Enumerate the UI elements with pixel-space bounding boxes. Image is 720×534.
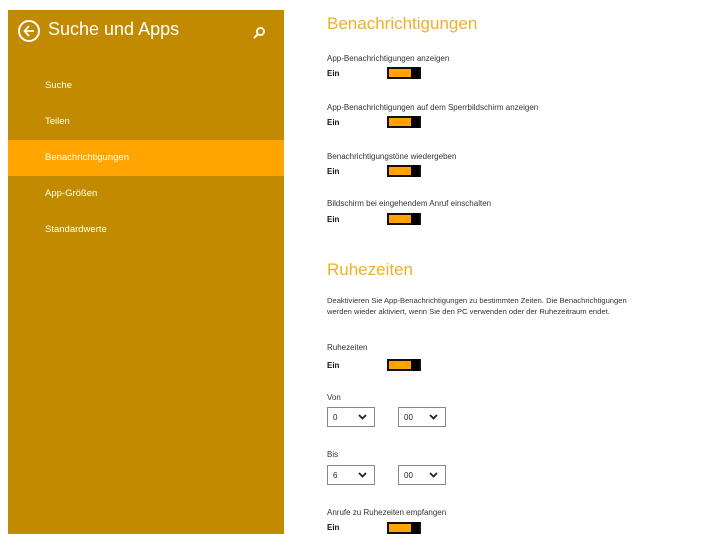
sidebar-nav: Suche Teilen Benachrichtigungen App-Größ… [8,68,284,248]
toggle-quiet-hours[interactable] [387,359,421,371]
quiet-hours-toggle-state: Ein [327,361,340,370]
toggle-lockscreen-notifications[interactable] [387,116,421,128]
chevron-down-icon [429,472,438,478]
setting-label-notification-sounds: Benachrichtigungstöne wiedergeben [327,152,457,161]
setting-state-notification-sounds: Ein [327,167,340,176]
to-hour-select[interactable]: 6 [327,465,375,485]
to-hour-value: 6 [333,471,338,480]
toggle-screen-on-call[interactable] [387,213,421,225]
setting-state-screen-on-call: Ein [327,215,340,224]
from-minute-value: 00 [404,413,413,422]
search-icon[interactable] [252,26,266,40]
setting-state-lockscreen-notifications: Ein [327,118,340,127]
setting-state-show-notifications: Ein [327,69,340,78]
to-label: Bis [327,450,339,459]
quiet-hours-description-line-2: werden wieder aktiviert, wenn Sie den PC… [327,307,610,316]
sidebar-item-teilen[interactable]: Teilen [8,104,284,140]
sidebar-item-app-groessen[interactable]: App-Größen [8,176,284,212]
from-label: Von [327,393,341,402]
quiet-hours-description: Deaktivieren Sie App-Benachrichtigungen … [327,295,720,317]
to-minute-value: 00 [404,471,413,480]
chevron-down-icon [358,472,367,478]
toggle-notification-sounds[interactable] [387,165,421,177]
notifications-heading: Benachrichtigungen [327,14,478,33]
from-hour-select[interactable]: 0 [327,407,375,427]
calls-state: Ein [327,523,340,532]
setting-label-lockscreen-notifications: App-Benachrichtigungen auf dem Sperrbild… [327,103,539,112]
from-hour-value: 0 [333,413,338,422]
chevron-down-icon [358,414,367,420]
quiet-hours-heading: Ruhezeiten [327,260,414,279]
sidebar-header: Suche und Apps [18,18,274,48]
sidebar-item-standardwerte[interactable]: Standardwerte [8,212,284,248]
quiet-hours-description-line-1: Deaktivieren Sie App-Benachrichtigungen … [327,296,627,305]
calls-label: Anrufe zu Ruhezeiten empfangen [327,508,447,517]
to-minute-select[interactable]: 00 [398,465,446,485]
sidebar: Suche und Apps Suche Teilen Benachrichti… [8,10,284,534]
chevron-down-icon [429,414,438,420]
sidebar-item-suche[interactable]: Suche [8,68,284,104]
setting-label-show-notifications: App-Benachrichtigungen anzeigen [327,54,450,63]
settings-content: Benachrichtigungen App-Benachrichtigunge… [327,0,720,534]
toggle-calls-during-quiet-hours[interactable] [387,522,421,534]
sidebar-title: Suche und Apps [48,19,180,39]
from-minute-select[interactable]: 00 [398,407,446,427]
toggle-show-notifications[interactable] [387,67,421,79]
back-arrow-icon[interactable] [18,20,40,42]
quiet-hours-toggle-label: Ruhezeiten [327,343,368,352]
setting-label-screen-on-call: Bildschirm bei eingehendem Anruf einscha… [327,199,492,208]
sidebar-item-benachrichtigungen[interactable]: Benachrichtigungen [8,140,284,176]
